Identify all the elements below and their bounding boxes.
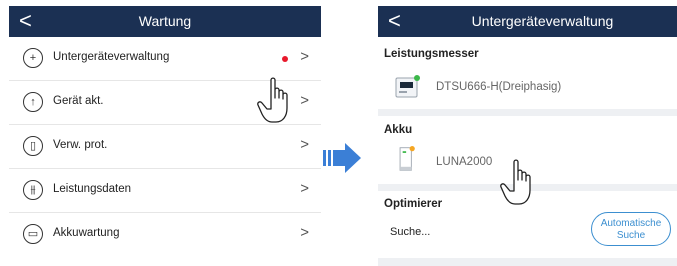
menu-item-subdevice-management[interactable]: + Untergeräteverwaltung > — [9, 37, 321, 81]
menu-item-label: Gerät akt. — [53, 95, 104, 107]
sliders-icon: ⫵ — [23, 180, 43, 200]
button-label-line2: Suche — [616, 230, 646, 241]
section-title-optimizer: Optimierer — [384, 198, 443, 210]
section-title-battery: Akku — [384, 124, 413, 136]
chevron-right-icon: > — [300, 180, 309, 197]
device-row-power-meter[interactable]: DTSU666-H(Dreiphasig) — [378, 66, 677, 108]
menu-item-label: Akkuwartung — [53, 227, 120, 239]
chevron-right-icon: > — [300, 224, 309, 241]
menu-item-performance-data[interactable]: ⫵ Leistungsdaten > — [9, 169, 321, 213]
menu-item-label: Untergeräteverwaltung — [53, 51, 170, 63]
device-name: DTSU666-H(Dreiphasig) — [436, 81, 562, 93]
menu-item-label: Verw. prot. — [53, 139, 108, 151]
search-status-text: Suche... — [390, 226, 431, 238]
chevron-right-icon: > — [300, 48, 309, 65]
maintenance-screen: < Wartung + Untergeräteverwaltung > ↑ Ge… — [9, 6, 321, 266]
section-title-power-meter: Leistungsmesser — [384, 48, 479, 60]
upgrade-arrow-icon: ↑ — [23, 92, 43, 112]
log-document-icon: ▯ — [23, 136, 43, 156]
power-meter-icon — [395, 75, 420, 98]
button-label-line1: Automatische — [600, 218, 662, 229]
chevron-right-icon: > — [300, 136, 309, 153]
plus-circle-icon: + — [23, 48, 43, 68]
automatic-search-button[interactable]: Automatische Suche — [591, 212, 671, 246]
tap-hand-icon — [257, 77, 288, 123]
section-divider — [378, 258, 677, 266]
chevron-right-icon: > — [300, 92, 309, 109]
battery-icon: ▭ — [23, 224, 43, 244]
menu-item-log-management[interactable]: ▯ Verw. prot. > — [9, 125, 321, 169]
tap-hand-icon — [500, 159, 531, 205]
menu-item-battery-maintenance[interactable]: ▭ Akkuwartung > — [9, 213, 321, 257]
section-divider — [378, 109, 677, 116]
notification-dot — [282, 56, 288, 62]
flow-arrow-icon — [323, 143, 361, 173]
menu-item-label: Leistungsdaten — [53, 183, 132, 195]
device-name: LUNA2000 — [436, 156, 493, 168]
page-title: Untergeräteverwaltung — [471, 13, 614, 29]
title-bar: < Untergeräteverwaltung — [378, 6, 677, 37]
battery-unit-icon — [399, 146, 415, 171]
back-icon[interactable]: < — [388, 9, 401, 33]
subdevice-management-screen: < Untergeräteverwaltung Leistungsmesser … — [378, 6, 677, 266]
page-title: Wartung — [138, 13, 192, 29]
title-bar: < Wartung — [9, 6, 321, 37]
